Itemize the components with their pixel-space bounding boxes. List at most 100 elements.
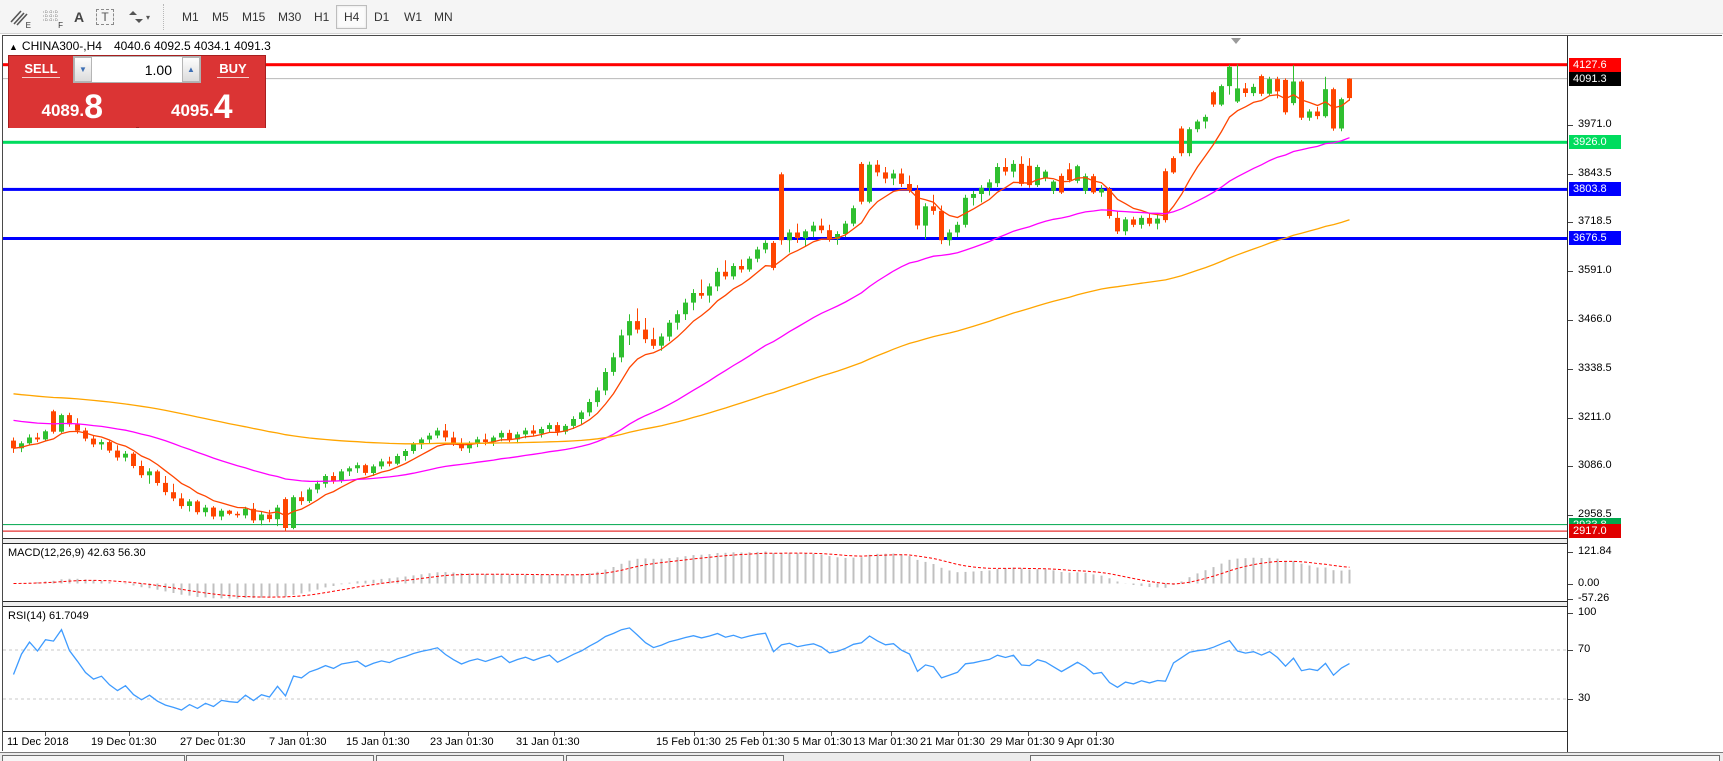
chart-shift-marker[interactable]	[1231, 38, 1241, 44]
price-tick	[1568, 417, 1573, 419]
rsi-legend: RSI(14) 61.7049	[8, 610, 89, 622]
time-tick	[763, 732, 764, 736]
pane-separator-macd[interactable]	[3, 538, 1723, 544]
timeframe-d1[interactable]: D1	[366, 5, 397, 29]
chart-tab[interactable]	[376, 755, 564, 761]
top-toolbar: E F A T ▾ M1 M5 M15 M30 H1 H4 D1 W1 MN	[0, 0, 1723, 34]
macd-legend: MACD(12,26,9) 42.63 56.30	[8, 547, 146, 559]
buy-price-button[interactable]: 4095. 4	[138, 84, 265, 128]
time-tick	[831, 732, 832, 736]
trade-panel-price-row: 4089. 8 4095. 4	[9, 84, 265, 128]
time-axis-label: 31 Jan 01:30	[516, 736, 580, 748]
chart-tab[interactable]	[1030, 755, 1720, 761]
rsi-axis-label: 30	[1578, 692, 1591, 704]
chart-tab[interactable]	[2, 755, 185, 761]
price-tick	[1568, 271, 1573, 273]
volume-spinner: ▼ 1.00 ▲	[73, 56, 201, 83]
time-tick	[307, 732, 308, 736]
rsi-axis-label: 100	[1578, 606, 1597, 619]
chart-window: ▲ CHINA300-,H4 4040.6 4092.5 4034.1 4091.3…	[2, 35, 1723, 752]
ema-fast-line	[13, 94, 1350, 517]
rsi-tick	[1568, 650, 1573, 651]
time-tick	[554, 732, 555, 736]
rsi-tick	[1568, 613, 1573, 615]
rsi-line	[12, 627, 1350, 711]
time-axis-label: 19 Dec 01:30	[91, 736, 157, 748]
ema-slow-line	[13, 219, 1350, 445]
macd-tick	[1568, 583, 1573, 585]
ohlc-values: 4040.6 4092.5 4034.1 4091.3	[113, 39, 271, 53]
time-tick	[958, 732, 959, 736]
text-label-icon[interactable]: A	[66, 4, 92, 30]
chart-tabs-strip[interactable]	[0, 752, 1723, 761]
price-axis-label: 3086.0	[1578, 458, 1612, 471]
macd-axis-label: 0.00	[1578, 576, 1600, 589]
grid-properties-icon[interactable]: F	[38, 4, 64, 30]
time-tick	[129, 732, 130, 736]
timeframe-m15[interactable]: M15	[234, 5, 273, 29]
price-axis-label: 3338.5	[1578, 361, 1612, 374]
volume-increase-button[interactable]: ▲	[182, 57, 200, 82]
arrows-tool-icon[interactable]: ▾	[122, 4, 156, 30]
time-axis-label: 21 Mar 01:30	[920, 736, 985, 748]
time-axis-label: 13 Mar 01:30	[853, 736, 918, 748]
hline-3676.5	[3, 237, 1567, 240]
buy-button[interactable]: BUY	[201, 56, 265, 83]
timeframe-h1[interactable]: H1	[306, 5, 337, 29]
current-price-badge: 4091.3	[1569, 71, 1621, 86]
rsi-axis-label: 70	[1578, 643, 1591, 655]
timeframe-m5[interactable]: M5	[204, 5, 237, 29]
chart-title: ▲ CHINA300-,H4 4040.6 4092.5 4034.1 4091.3	[9, 39, 271, 53]
icon-letter: T	[96, 9, 114, 25]
mt4-application: E F A T ▾ M1 M5 M15 M30 H1 H4 D1 W1 MN ▲…	[0, 0, 1723, 761]
price-tick	[1568, 368, 1573, 370]
time-tick	[1096, 732, 1097, 736]
price-axis-label: 3591.0	[1578, 264, 1612, 277]
time-tick	[891, 732, 892, 736]
macd-indicator-canvas[interactable]	[3, 545, 1567, 601]
price-axis[interactable]: 3971.0 3843.5 3718.5 3591.0 3466.0 3338.5 3211…	[1567, 36, 1723, 752]
text-box-icon[interactable]: T	[92, 4, 118, 30]
timeframe-m30[interactable]: M30	[270, 5, 309, 29]
pane-separator-rsi[interactable]	[3, 601, 1723, 607]
time-axis-label: 25 Feb 01:30	[725, 736, 790, 748]
line-studies-icon[interactable]: E	[6, 4, 32, 30]
time-tick	[45, 732, 46, 736]
hline-2917.0	[3, 530, 1567, 532]
time-axis-label: 11 Dec 2018	[7, 736, 69, 748]
time-axis-label: 7 Jan 01:30	[269, 736, 327, 748]
hline-3803.8	[3, 187, 1567, 191]
rsi-indicator-canvas[interactable]	[3, 608, 1567, 731]
icon-letter: A	[73, 9, 85, 25]
price-axis-label: 3971.0	[1578, 118, 1612, 130]
timeframe-h4[interactable]: H4	[336, 5, 368, 29]
macd-tick	[1568, 552, 1573, 553]
price-axis-label: 3843.5	[1578, 167, 1612, 180]
price-badge-3926.0: 3926.0	[1569, 135, 1621, 150]
time-axis-label: 15 Jan 01:30	[346, 736, 410, 748]
volume-input[interactable]: 1.00	[92, 57, 182, 82]
volume-decrease-button[interactable]: ▼	[74, 57, 92, 82]
toolbar-separator	[163, 4, 164, 30]
timeframe-m1[interactable]: M1	[174, 5, 207, 29]
one-click-trading-panel: SELL ▼ 1.00 ▲ BUY 4089. 8 4095. 4	[8, 55, 266, 128]
price-badge-3676.5: 3676.5	[1569, 231, 1621, 246]
chart-tab[interactable]	[566, 755, 784, 761]
timeframe-mn[interactable]: MN	[426, 5, 461, 29]
sell-price-button[interactable]: 4089. 8	[9, 84, 136, 128]
time-axis[interactable]: 11 Dec 2018 19 Dec 01:30 27 Dec 01:30 7 Jan…	[3, 731, 1567, 752]
macd-axis-label: -57.26	[1578, 592, 1610, 604]
symbol-title: CHINA300-,H4	[21, 39, 102, 53]
time-tick	[218, 732, 219, 736]
time-axis-label: 29 Mar 01:30	[990, 736, 1055, 748]
sell-button[interactable]: SELL	[9, 56, 73, 83]
price-tick	[1568, 319, 1573, 321]
macd-axis-label: 121.84	[1578, 545, 1612, 557]
chart-tab[interactable]	[186, 755, 374, 761]
time-tick	[468, 732, 469, 736]
collapse-icon[interactable]: ▲	[9, 42, 18, 52]
price-axis-label: 3718.5	[1578, 215, 1612, 228]
timeframe-w1[interactable]: W1	[396, 5, 430, 29]
macd-tick	[1568, 599, 1573, 600]
hline-2933.8	[3, 524, 1567, 526]
